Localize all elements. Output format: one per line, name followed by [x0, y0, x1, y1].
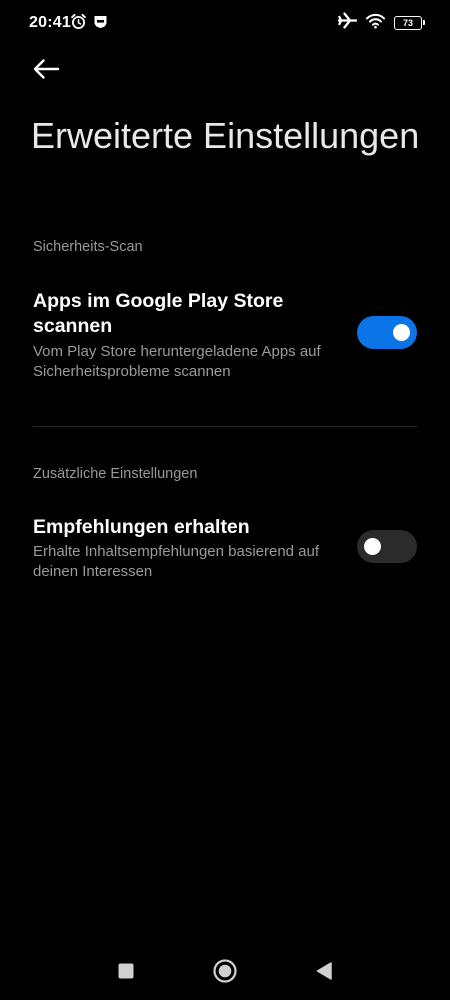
status-time: 20:41 — [29, 14, 71, 31]
setting-get-recommendations[interactable]: Empfehlungen erhalten Erhalte Inhaltsemp… — [0, 512, 450, 592]
section-header-security-scan: Sicherheits-Scan — [33, 239, 143, 255]
recommendations-toggle[interactable] — [357, 530, 417, 563]
notification-app-icon — [93, 14, 108, 34]
back-button[interactable] — [30, 56, 62, 86]
back-triangle-icon — [314, 961, 334, 986]
toggle-knob — [364, 538, 381, 555]
alarm-icon — [70, 13, 87, 35]
home-button[interactable] — [212, 958, 238, 989]
section-header-additional-settings: Zusätzliche Einstellungen — [33, 466, 198, 482]
navigation-bar — [0, 940, 450, 1000]
status-bar: 20:41 73 — [0, 0, 450, 48]
airplane-mode-icon — [337, 12, 358, 34]
recents-button[interactable] — [113, 960, 139, 986]
page-title: Erweiterte Einstellungen — [31, 115, 420, 156]
setting-title: Empfehlungen erhalten — [33, 516, 250, 538]
toggle-knob — [393, 324, 410, 341]
recents-square-icon — [117, 962, 135, 985]
arrow-left-icon — [32, 58, 60, 85]
divider — [33, 426, 417, 427]
setting-scan-play-store-apps[interactable]: Apps im Google Play Store scannen Vom Pl… — [0, 285, 450, 385]
home-circle-icon — [212, 958, 238, 989]
back-nav-button[interactable] — [311, 960, 337, 986]
setting-title: Apps im Google Play Store scannen — [33, 290, 284, 337]
setting-description: Erhalte Inhaltsempfehlungen basierend au… — [33, 543, 320, 580]
battery-icon: 73 — [394, 16, 425, 30]
status-right-icons: 73 — [337, 12, 425, 34]
setting-description: Vom Play Store heruntergeladene Apps auf… — [33, 343, 321, 380]
wifi-icon — [366, 13, 385, 34]
scan-play-store-toggle[interactable] — [357, 316, 417, 349]
status-left-icons — [70, 13, 108, 35]
